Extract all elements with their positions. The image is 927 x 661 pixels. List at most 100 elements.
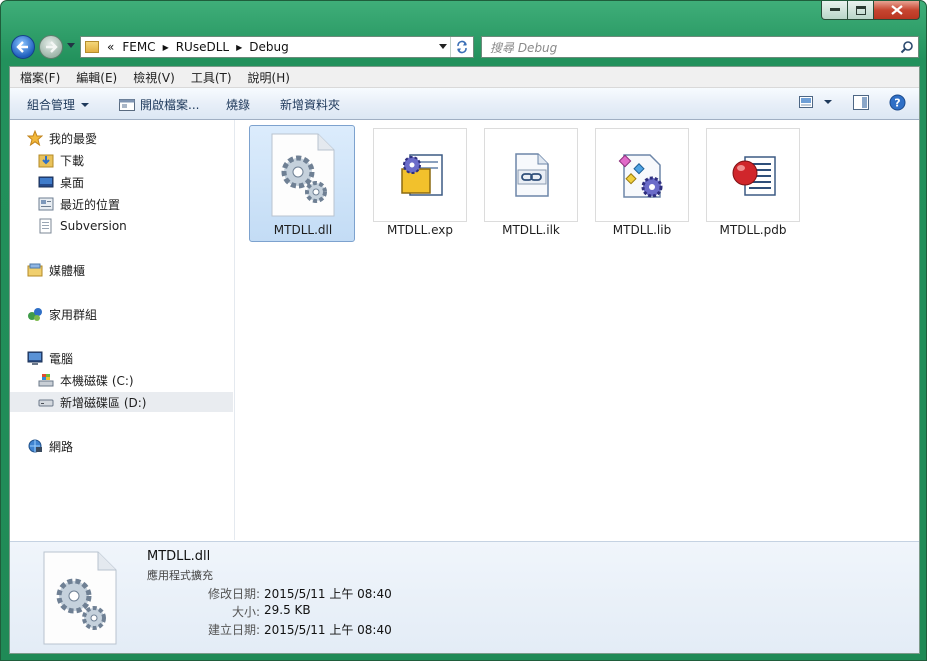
details-file-type: 應用程式擴充 — [147, 569, 213, 582]
details-pane: MTDLL.dll 應用程式擴充 修改日期: 2015/5/11 上午 08:4… — [10, 541, 919, 653]
address-dropdown-icon[interactable] — [439, 44, 447, 49]
search-box[interactable] — [481, 36, 919, 58]
new-folder-button[interactable]: 新增資料夾 — [280, 96, 340, 113]
menu-view[interactable]: 檢視(V) — [123, 69, 181, 86]
file-thumbnail — [595, 128, 689, 222]
forward-arrow-icon — [46, 41, 58, 53]
organize-button[interactable]: 組合管理 — [27, 96, 90, 113]
nav-homegroup[interactable]: 家用群組 — [27, 304, 97, 324]
organize-label: 組合管理 — [27, 98, 76, 112]
file-name: MTDLL.lib — [612, 223, 672, 237]
back-arrow-icon — [16, 41, 28, 53]
file-thumbnail — [706, 128, 800, 222]
back-button[interactable] — [11, 35, 35, 59]
details-size-label: 大小: — [231, 605, 260, 619]
close-button[interactable] — [874, 1, 920, 20]
nav-drive-d-label: 新增磁碟區 (D:) — [60, 395, 147, 410]
file-item-exp[interactable]: MTDLL.exp — [363, 126, 467, 240]
refresh-button[interactable] — [450, 37, 473, 57]
breadcrumb-separator-icon[interactable]: ▶ — [236, 43, 242, 52]
minimize-icon — [829, 8, 840, 11]
ilk-link-icon — [515, 153, 549, 197]
breadcrumb-overflow[interactable]: « — [107, 40, 114, 54]
details-file-name: MTDLL.dll — [147, 549, 211, 564]
menu-tools[interactable]: 工具(T) — [181, 69, 238, 86]
nav-network[interactable]: 網路 — [27, 436, 73, 456]
file-item-ilk[interactable]: MTDLL.ilk — [474, 126, 578, 240]
desktop-icon — [38, 176, 54, 188]
breadcrumb-item[interactable]: FEMC — [122, 40, 155, 54]
breadcrumb: « FEMC ▶ RUseDLL ▶ Debug — [107, 40, 289, 54]
burn-label: 燒錄 — [226, 98, 251, 112]
subversion-folder-icon — [39, 218, 52, 234]
dll-gear-icon — [271, 133, 335, 217]
nav-downloads[interactable]: 下載 — [38, 150, 84, 170]
nav-desktop[interactable]: 桌面 — [38, 172, 84, 192]
nav-downloads-label: 下載 — [60, 153, 85, 168]
libraries-icon — [27, 263, 43, 277]
lib-file-icon — [618, 154, 663, 198]
burn-button[interactable]: 燒錄 — [226, 96, 250, 113]
open-window-icon — [119, 98, 135, 111]
details-created-value[interactable]: 2015/5/11 上午 08:40 — [264, 621, 392, 638]
details-size-value: 29.5 KB — [264, 603, 311, 617]
explorer-window: « FEMC ▶ RUseDLL ▶ Debug 檔案(F) 編輯(E) 檢視(… — [0, 0, 927, 661]
menu-edit[interactable]: 編輯(E) — [66, 69, 123, 86]
details-modified-row: 修改日期: 2015/5/11 上午 08:40 — [147, 585, 392, 602]
file-name: MTDLL.exp — [387, 223, 453, 237]
preview-pane-icon[interactable] — [853, 95, 869, 110]
nav-favorites[interactable]: 我的最愛 — [27, 128, 97, 148]
search-icon[interactable] — [900, 40, 914, 54]
nav-computer-label: 電腦 — [49, 351, 74, 366]
file-item-lib[interactable]: MTDLL.lib — [585, 126, 689, 240]
nav-recent-label: 最近的位置 — [60, 197, 121, 212]
exp-file-icon — [401, 154, 443, 196]
navigation-pane: 我的最愛 下載 桌面 最近的位置 Subversion 媒體櫃 家用群組 電腦 … — [10, 120, 235, 540]
nav-favorites-label: 我的最愛 — [49, 131, 98, 146]
organize-dropdown-icon — [81, 102, 90, 107]
nav-drive-c[interactable]: 本機磁碟 (C:) — [38, 370, 134, 390]
view-options-icon[interactable] — [799, 95, 815, 109]
details-modified-label: 修改日期: — [207, 587, 260, 601]
explorer-body: 檔案(F) 編輯(E) 檢視(V) 工具(T) 說明(H) 組合管理 開啟檔案.… — [9, 66, 920, 654]
folder-icon — [85, 41, 99, 53]
history-dropdown-icon[interactable] — [67, 43, 75, 48]
address-row: « FEMC ▶ RUseDLL ▶ Debug — [1, 31, 926, 61]
help-icon[interactable]: ? — [889, 94, 906, 111]
details-modified-value[interactable]: 2015/5/11 上午 08:40 — [264, 585, 392, 602]
breadcrumb-item[interactable]: Debug — [249, 40, 288, 54]
view-dropdown-icon[interactable] — [824, 100, 832, 104]
nav-drive-c-label: 本機磁碟 (C:) — [60, 373, 134, 388]
maximize-button[interactable] — [848, 1, 874, 20]
nav-libraries[interactable]: 媒體櫃 — [27, 260, 85, 280]
new-folder-label: 新增資料夾 — [280, 98, 341, 112]
search-input[interactable] — [488, 39, 892, 57]
caption-buttons — [821, 1, 920, 21]
forward-button[interactable] — [39, 35, 63, 59]
star-icon — [27, 130, 43, 146]
file-list: MTDLL.dll MTDLL.exp MTDLL.ilk MTDLL.lib … — [235, 120, 919, 540]
menu-help[interactable]: 說明(H) — [238, 69, 296, 86]
nav-drive-d[interactable]: 新增磁碟區 (D:) — [10, 392, 233, 412]
nav-subversion-label: Subversion — [60, 219, 127, 233]
file-item-pdb[interactable]: MTDLL.pdb — [696, 126, 800, 240]
minimize-button[interactable] — [821, 1, 848, 20]
nav-computer[interactable]: 電腦 — [27, 348, 73, 368]
file-item-dll[interactable]: MTDLL.dll — [249, 125, 355, 242]
homegroup-icon — [28, 308, 42, 321]
nav-subversion[interactable]: Subversion — [38, 216, 127, 236]
pdb-file-icon — [732, 156, 776, 196]
file-name: MTDLL.pdb — [719, 223, 787, 237]
open-file-button[interactable]: 開啟檔案... — [119, 96, 199, 113]
details-created-label: 建立日期: — [207, 623, 260, 637]
downloads-folder-icon — [38, 154, 54, 168]
file-name: MTDLL.dll — [273, 223, 333, 237]
breadcrumb-item[interactable]: RUseDLL — [176, 40, 229, 54]
nav-recent[interactable]: 最近的位置 — [38, 194, 120, 214]
nav-desktop-label: 桌面 — [60, 175, 85, 190]
breadcrumb-separator-icon[interactable]: ▶ — [163, 43, 169, 52]
menu-file[interactable]: 檔案(F) — [10, 69, 66, 86]
nav-homegroup-label: 家用群組 — [49, 307, 98, 322]
recent-places-icon — [38, 197, 54, 211]
address-bar[interactable]: « FEMC ▶ RUseDLL ▶ Debug — [80, 36, 474, 58]
